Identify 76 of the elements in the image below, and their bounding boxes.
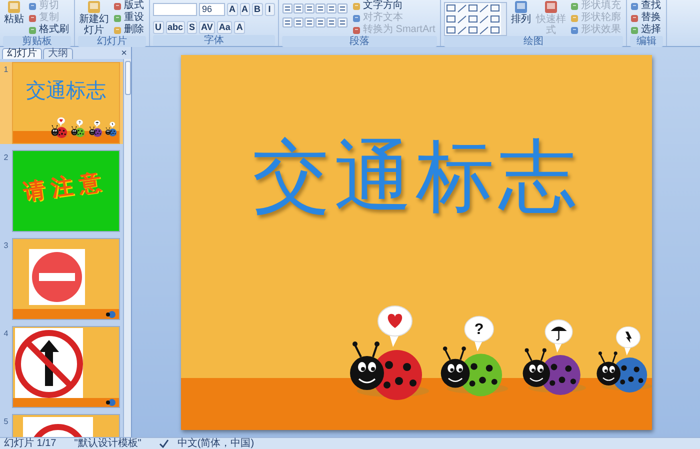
format-button[interactable]: I <box>264 3 274 16</box>
slide-thumbnail[interactable] <box>12 326 120 408</box>
format-button[interactable]: A <box>227 3 238 16</box>
ribbon-button[interactable]: 查找 <box>630 0 664 12</box>
ribbon-button-icon <box>630 26 640 34</box>
ribbon-button[interactable]: 粘贴 <box>3 0 25 36</box>
group-label: 字体 <box>153 35 275 46</box>
slide-number: 3 <box>2 240 10 252</box>
ribbon-button[interactable]: 替换 <box>630 12 664 24</box>
ribbon-button-icon <box>113 14 122 22</box>
no-straight-sign <box>15 328 83 398</box>
panel-tab[interactable]: 幻灯片 <box>2 48 42 59</box>
ribbon-field[interactable]: 96 <box>199 3 225 16</box>
group-label: 幻灯片 <box>78 36 146 47</box>
slide-number: 5 <box>2 416 10 428</box>
heart-icon <box>60 119 63 122</box>
close-button[interactable]: × <box>119 49 129 59</box>
umbrella-icon <box>95 122 99 125</box>
ribbon-button-icon <box>113 2 122 10</box>
ribbon-button-icon <box>544 0 558 14</box>
spell-check-icon <box>159 439 170 448</box>
no-entry-sign <box>29 249 85 305</box>
ribbon-button[interactable]: 重设 <box>113 12 146 24</box>
format-button[interactable]: abc <box>166 21 186 34</box>
group-label: 编辑 <box>630 36 664 47</box>
ribbon-button-icon <box>28 2 37 10</box>
lightning-icon <box>624 331 632 342</box>
ribbon-button[interactable]: 删除 <box>113 24 146 36</box>
format-button[interactable]: A <box>234 21 245 34</box>
ribbon-button-icon <box>352 26 361 34</box>
slide-thumbnail[interactable] <box>12 238 120 320</box>
ribbon-button-icon <box>570 2 580 10</box>
ribbon-button-icon <box>352 2 361 10</box>
ribbon-button-icon <box>630 14 640 22</box>
ladybug-icon <box>106 310 116 318</box>
format-button[interactable]: A <box>240 3 250 16</box>
ribbon-button[interactable]: 选择 <box>630 24 664 36</box>
slide-number: 4 <box>2 328 10 340</box>
slide-title: 交通标志 <box>252 136 580 214</box>
ribbon-button[interactable]: 新建幻灯片 <box>78 0 110 36</box>
scrollbar-thumb[interactable] <box>124 61 130 95</box>
ribbon-button-icon <box>28 26 37 34</box>
thumbnail-title: 请注意 <box>22 168 110 204</box>
group-label: 段落 <box>282 36 438 47</box>
slide-number: 1 <box>2 64 10 76</box>
group-label: 绘图 <box>444 36 624 47</box>
ribbon-button-icon <box>28 14 37 22</box>
ribbon-button-icon <box>7 0 21 14</box>
ribbon-button-icon <box>630 2 640 10</box>
ladybug-icon <box>106 399 116 406</box>
language-indicator: 中文(简体，中国) <box>177 438 254 448</box>
ribbon-button[interactable]: 版式 <box>113 0 146 12</box>
theme-name: "默认设计模板" <box>74 438 142 448</box>
format-button[interactable]: AV <box>199 21 215 34</box>
slide-number: 2 <box>2 152 10 164</box>
format-button[interactable]: B <box>252 3 262 16</box>
ribbon-button-icon <box>113 26 122 34</box>
ribbon-button-icon <box>570 26 580 34</box>
ribbon-button-icon <box>352 14 361 22</box>
umbrella-icon <box>550 326 566 340</box>
ribbon-button-icon <box>87 0 101 14</box>
panel-tab[interactable]: 大纲 <box>43 48 73 59</box>
scrollbar[interactable] <box>123 59 131 437</box>
format-button[interactable]: U <box>153 21 164 34</box>
ribbon-button[interactable]: 排列 <box>510 0 532 36</box>
heart-icon <box>387 313 402 328</box>
ribbon-field[interactable] <box>153 3 197 16</box>
thumbnail-title: 交通标志 <box>25 81 107 101</box>
ribbon-button-icon <box>570 14 580 22</box>
slide-counter: 幻灯片 1/17 <box>4 438 56 448</box>
group-label: 剪贴板 <box>3 36 71 47</box>
ribbon-button[interactable]: 格式刷 <box>28 24 71 36</box>
ribbon-button-icon <box>514 0 528 14</box>
bubble-text: ? <box>474 320 484 338</box>
format-button[interactable]: S <box>187 21 198 34</box>
format-button[interactable]: Aa <box>216 21 232 34</box>
